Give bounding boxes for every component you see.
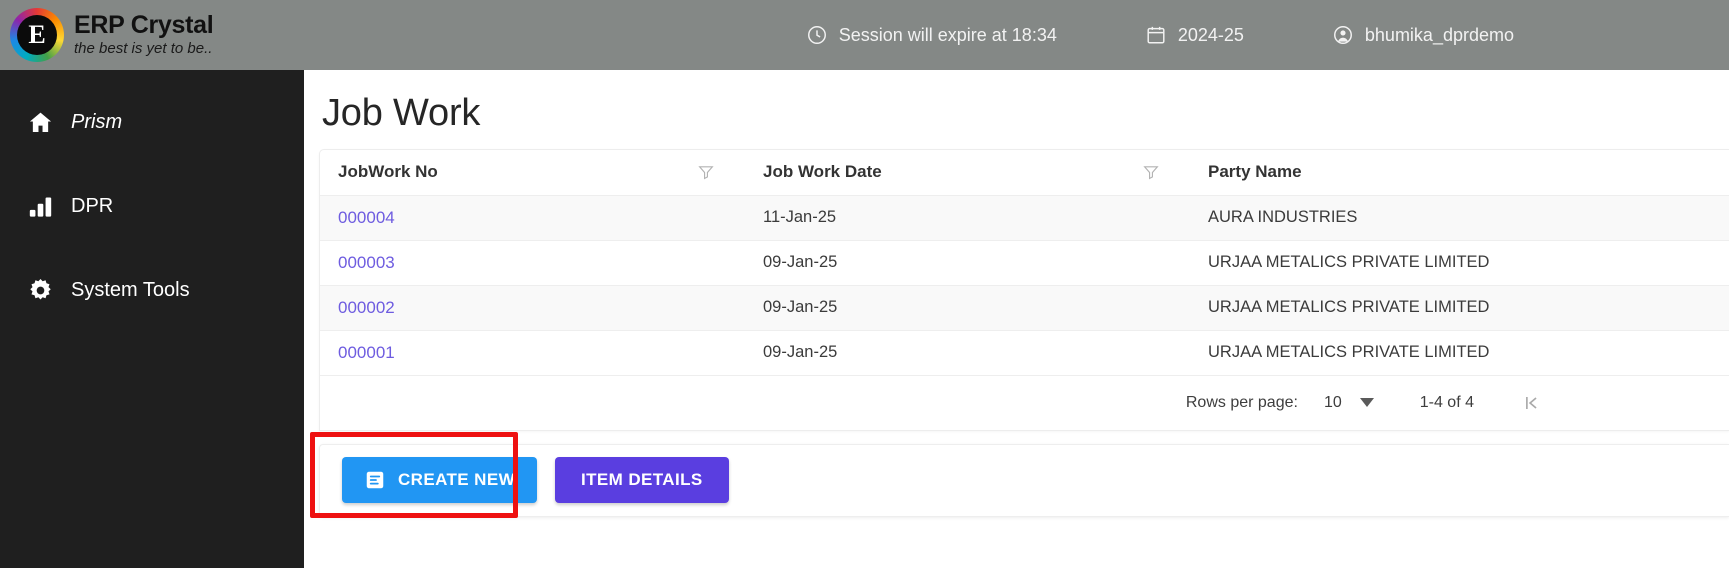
gear-icon <box>27 277 54 304</box>
column-header-jobwork-no: JobWork No <box>320 150 745 196</box>
create-new-button-label: CREATE NEW <box>398 470 516 489</box>
column-label-party-name: Party Name <box>1208 162 1302 182</box>
column-header-job-work-date: Job Work Date <box>745 150 1190 196</box>
logo-letter: E <box>17 15 57 55</box>
chevron-down-icon[interactable] <box>1356 392 1378 414</box>
sidebar-item-label-system-tools: System Tools <box>71 278 190 301</box>
table-row[interactable]: 000002 09-Jan-25 URJAA METALICS PRIVATE … <box>320 285 1729 331</box>
first-page-icon[interactable] <box>1518 390 1544 416</box>
cell-jobwork-no: 000001 <box>320 330 745 376</box>
jobwork-no-link[interactable]: 000004 <box>338 208 395 227</box>
sidebar-item-prism[interactable]: Prism <box>0 95 304 149</box>
filter-icon-jobwork-no[interactable] <box>697 163 715 181</box>
user-menu[interactable]: bhumika_dprdemo <box>1332 24 1514 46</box>
column-label-jobwork-no: JobWork No <box>338 162 438 182</box>
table-row[interactable]: 000001 09-Jan-25 URJAA METALICS PRIVATE … <box>320 330 1729 376</box>
table-paginator: Rows per page: 10 1-4 of 4 <box>320 375 1729 430</box>
cell-party-name: URJAA METALICS PRIVATE LIMITED <box>1190 240 1729 286</box>
crystal-logo-icon: E <box>10 8 64 62</box>
cell-job-work-date: 09-Jan-25 <box>745 285 1190 331</box>
cell-job-work-date: 09-Jan-25 <box>745 240 1190 286</box>
app-header: E ERP Crystal the best is yet to be.. Se… <box>0 0 1729 70</box>
pagination-range-label: 1-4 of 4 <box>1419 393 1474 411</box>
sidebar-item-system-tools[interactable]: System Tools <box>0 263 304 317</box>
session-expiry-text: Session will expire at 18:34 <box>838 24 1057 45</box>
clock-icon <box>806 24 828 46</box>
cell-party-name: URJAA METALICS PRIVATE LIMITED <box>1190 330 1729 376</box>
column-label-job-work-date: Job Work Date <box>763 162 882 182</box>
cell-jobwork-no: 000004 <box>320 195 745 241</box>
brand-tagline: the best is yet to be.. <box>74 39 213 57</box>
table-row[interactable]: 000003 09-Jan-25 URJAA METALICS PRIVATE … <box>320 240 1729 286</box>
cell-jobwork-no: 000002 <box>320 285 745 331</box>
cell-job-work-date: 11-Jan-25 <box>745 195 1190 241</box>
rows-per-page-label: Rows per page: <box>1185 393 1298 411</box>
main-content: Job Work JobWork No Job Work Date Party … <box>304 70 1729 568</box>
jobwork-no-link[interactable]: 000002 <box>338 298 395 317</box>
table-head: JobWork No Job Work Date Party Name <box>320 150 1729 196</box>
page-title: Job Work <box>322 92 481 134</box>
cell-job-work-date: 09-Jan-25 <box>745 330 1190 376</box>
create-new-button[interactable]: CREATE NEW <box>342 457 538 503</box>
brand-title: ERP Crystal <box>74 11 214 40</box>
item-details-button[interactable]: ITEM DETAILS <box>555 457 729 503</box>
sidebar-item-label-dpr: DPR <box>71 194 114 217</box>
calendar-icon <box>1145 24 1167 46</box>
brand-text: ERP Crystal the best is yet to be.. <box>74 11 214 58</box>
table-body: 000004 11-Jan-25 AURA INDUSTRIES 000003 … <box>320 195 1729 376</box>
cell-jobwork-no: 000003 <box>320 240 745 286</box>
home-icon <box>27 109 54 136</box>
table-row[interactable]: 000004 11-Jan-25 AURA INDUSTRIES <box>320 195 1729 241</box>
table-header-row: JobWork No Job Work Date Party Name <box>320 150 1729 196</box>
sidebar-navigation: Prism DPR System Tools <box>0 70 304 568</box>
cell-party-name: URJAA METALICS PRIVATE LIMITED <box>1190 285 1729 331</box>
bar-chart-icon <box>27 193 54 220</box>
cell-party-name: AURA INDUSTRIES <box>1190 195 1729 241</box>
item-details-button-label: ITEM DETAILS <box>581 470 703 489</box>
sidebar-item-label-prism: Prism <box>71 110 123 133</box>
session-expiry: Session will expire at 18:34 <box>806 24 1057 46</box>
brand-block[interactable]: E ERP Crystal the best is yet to be.. <box>0 0 304 70</box>
job-work-table-card: JobWork No Job Work Date Party Name 0000… <box>319 149 1729 431</box>
jobwork-no-link[interactable]: 000003 <box>338 253 395 272</box>
application-window: E ERP Crystal the best is yet to be.. Se… <box>0 0 1729 568</box>
header-right-group: Session will expire at 18:34 2024-25 bhu… <box>304 0 1729 70</box>
username-text: bhumika_dprdemo <box>1364 24 1514 45</box>
filter-icon-job-work-date[interactable] <box>1142 163 1160 181</box>
column-header-party-name: Party Name <box>1190 150 1729 196</box>
fiscal-year[interactable]: 2024-25 <box>1145 24 1244 46</box>
user-account-icon <box>1332 24 1354 46</box>
rows-per-page-value[interactable]: 10 <box>1324 394 1342 412</box>
document-list-icon <box>364 469 386 491</box>
jobwork-no-link[interactable]: 000001 <box>338 343 395 362</box>
fiscal-year-text: 2024-25 <box>1177 24 1244 45</box>
job-work-table: JobWork No Job Work Date Party Name 0000… <box>320 150 1729 376</box>
sidebar-item-dpr[interactable]: DPR <box>0 179 304 233</box>
action-button-bar: CREATE NEW ITEM DETAILS <box>319 443 1729 517</box>
